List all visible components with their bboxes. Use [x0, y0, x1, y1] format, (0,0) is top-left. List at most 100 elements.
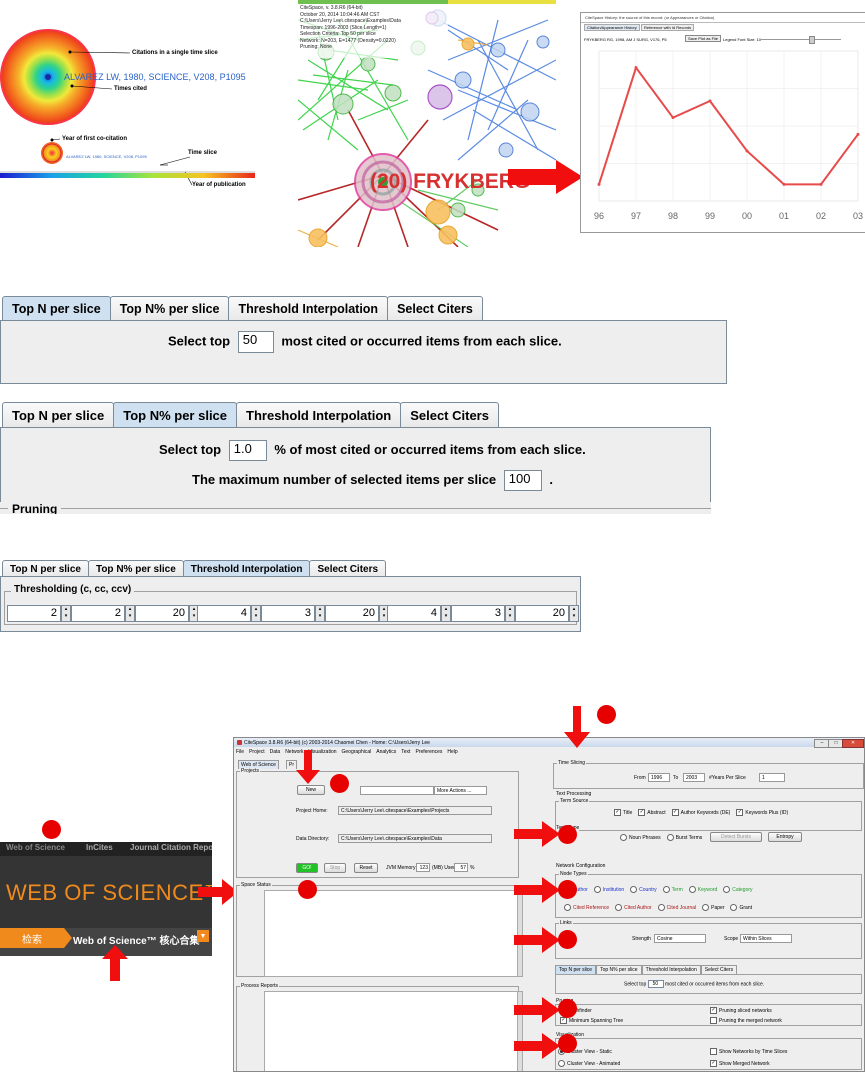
node-type-option[interactable]: Institution: [593, 886, 624, 893]
term-source-option[interactable]: ✓ Abstract: [638, 809, 666, 816]
tab-top-n-percent[interactable]: Top N% per slice: [109, 296, 230, 321]
menu-item[interactable]: File: [236, 749, 244, 756]
checkbox-checked-icon[interactable]: ✓: [560, 1017, 567, 1024]
new-project-button[interactable]: New: [297, 785, 325, 795]
node-type-option[interactable]: Term: [662, 886, 683, 893]
project-home-field[interactable]: C:\Users\Jerry Lee\.citespace\Examples\P…: [338, 806, 492, 815]
node-type-option[interactable]: Country: [630, 886, 657, 893]
entropy-button[interactable]: Entropy: [768, 832, 802, 842]
radio-icon[interactable]: [657, 904, 665, 911]
menu-item[interactable]: Text: [401, 749, 410, 756]
node-type-option[interactable]: Paper: [702, 904, 724, 911]
radio-icon[interactable]: [564, 904, 571, 911]
radio-icon[interactable]: [615, 904, 623, 911]
radio-icon[interactable]: [620, 834, 627, 841]
project-select[interactable]: [360, 786, 434, 795]
tab-reference-records[interactable]: Reference with Id Records: [641, 24, 695, 31]
spinner-arrows-icon[interactable]: ▴ ▾: [125, 605, 135, 622]
menu-item[interactable]: Project: [249, 749, 265, 756]
spinner-arrows-icon[interactable]: ▴ ▾: [569, 605, 579, 622]
checkbox-icon[interactable]: [710, 1048, 717, 1055]
menu-item[interactable]: Data: [270, 749, 281, 756]
pruning-option[interactable]: Pruning the merged network: [710, 1017, 782, 1024]
checkbox-checked-icon[interactable]: ✓: [710, 1007, 717, 1014]
wos-search-tab[interactable]: 检索: [0, 928, 64, 948]
threshold-spinner-field[interactable]: 20: [325, 605, 379, 622]
scope-select[interactable]: Within Slices: [740, 934, 792, 943]
term-source-option[interactable]: ✓ Title: [614, 809, 632, 816]
go-button[interactable]: GO!: [296, 863, 318, 873]
term-source-option[interactable]: ✓ Author Keywords (DE): [671, 809, 730, 816]
space-status-area[interactable]: [264, 890, 519, 977]
save-plot-button[interactable]: Save Plot as File: [685, 35, 722, 42]
spinner-arrows-icon[interactable]: ▴ ▾: [441, 605, 451, 622]
term-type-option[interactable]: Burst Terms: [666, 834, 702, 841]
top-n-input[interactable]: 50: [647, 980, 664, 988]
tab-threshold-interpolation[interactable]: Threshold Interpolation: [182, 560, 311, 577]
threshold-spinner-field[interactable]: 20: [515, 605, 569, 622]
tab-select-citers[interactable]: Select Citers: [400, 402, 499, 428]
node-type-option[interactable]: Cited Reference: [564, 904, 609, 911]
to-year-select[interactable]: 2003: [683, 773, 705, 782]
threshold-spinner-field[interactable]: 2: [7, 605, 61, 622]
reset-button[interactable]: Reset: [354, 863, 378, 873]
term-source-option[interactable]: ✓ Keywords Plus (ID): [736, 809, 788, 816]
wos-top-item[interactable]: Journal Citation Reports: [130, 843, 212, 852]
tab-top-n-percent[interactable]: Top N% per slice: [113, 402, 238, 428]
pruning-option[interactable]: ✓ Pruning sliced networks: [710, 1007, 772, 1014]
legend-font-slider[interactable]: [761, 39, 841, 40]
node-type-option[interactable]: Cited Journal: [657, 904, 696, 911]
slider-handle[interactable]: [809, 36, 815, 44]
tab-threshold-interpolation[interactable]: Threshold Interpolation: [236, 402, 402, 428]
radio-icon[interactable]: [723, 886, 731, 893]
threshold-spinner-field[interactable]: 3: [261, 605, 315, 622]
wos-collection[interactable]: Web of Science™ 核心合集: [73, 932, 200, 947]
spinner-arrows-icon[interactable]: ▴ ▾: [505, 605, 515, 622]
radio-icon[interactable]: [730, 904, 738, 911]
data-directory-field[interactable]: C:\Users\Jerry Lee\.citespace\Examples\D…: [338, 834, 492, 843]
wos-top-item[interactable]: InCites: [86, 843, 113, 852]
more-actions-select[interactable]: More Actions ...: [434, 786, 487, 795]
strength-select[interactable]: Cosine: [654, 934, 706, 943]
chevron-down-icon[interactable]: ▼: [197, 930, 209, 942]
top-percent-input[interactable]: 1.0: [228, 440, 267, 461]
tab-select-citers[interactable]: Select Citers: [387, 296, 483, 321]
radio-icon[interactable]: [666, 834, 674, 841]
tab-select-citers[interactable]: Select Citers: [309, 560, 387, 577]
tab-top-n-percent[interactable]: Top N% per slice: [87, 560, 184, 577]
threshold-spinner-field[interactable]: 2: [71, 605, 125, 622]
process-reports-area[interactable]: [264, 991, 519, 1071]
checkbox-checked-icon[interactable]: ✓: [614, 809, 621, 816]
checkbox-checked-icon[interactable]: ✓: [736, 809, 744, 816]
tab-top-n[interactable]: Top N per slice: [2, 296, 111, 321]
vis-option[interactable]: Show Networks by Time Slices: [710, 1048, 787, 1055]
radio-icon[interactable]: [593, 886, 601, 893]
checkbox-icon[interactable]: [710, 1017, 717, 1024]
checkbox-checked-icon[interactable]: ✓: [638, 809, 646, 816]
checkbox-checked-icon[interactable]: ✓: [671, 809, 679, 816]
node-type-option[interactable]: Keyword: [688, 886, 717, 893]
detect-bursts-button[interactable]: Detect Bursts: [710, 832, 762, 842]
node-type-option[interactable]: Category: [723, 886, 753, 893]
from-year-select[interactable]: 1996: [648, 773, 670, 782]
node-type-option[interactable]: Cited Author: [615, 904, 652, 911]
wos-top-item[interactable]: Web of Science: [6, 843, 65, 852]
term-type-option[interactable]: Noun Phrases: [620, 834, 661, 841]
years-per-slice-select[interactable]: 1: [759, 773, 785, 782]
vis-option[interactable]: ✓ Show Merged Network: [710, 1060, 770, 1067]
tab-top-n[interactable]: Top N per slice: [2, 560, 89, 577]
node-type-option[interactable]: Grant: [730, 904, 752, 911]
top-n-input[interactable]: 50: [237, 331, 274, 353]
menu-item[interactable]: Analytics: [376, 749, 396, 756]
max-items-input[interactable]: 100: [503, 470, 542, 491]
vis-option[interactable]: Cluster View - Animated: [558, 1060, 620, 1067]
tab-top-n[interactable]: Top N per slice: [2, 402, 115, 428]
pruning-option[interactable]: ✓ Minimum Spanning Tree: [560, 1017, 623, 1024]
checkbox-checked-icon[interactable]: ✓: [710, 1060, 717, 1067]
menu-item[interactable]: Help: [447, 749, 457, 756]
radio-icon[interactable]: [688, 886, 696, 893]
stop-button[interactable]: Stop: [324, 863, 346, 873]
menu-item[interactable]: Geographical: [342, 749, 372, 756]
threshold-spinner-field[interactable]: 3: [451, 605, 505, 622]
radio-icon[interactable]: [702, 904, 710, 911]
